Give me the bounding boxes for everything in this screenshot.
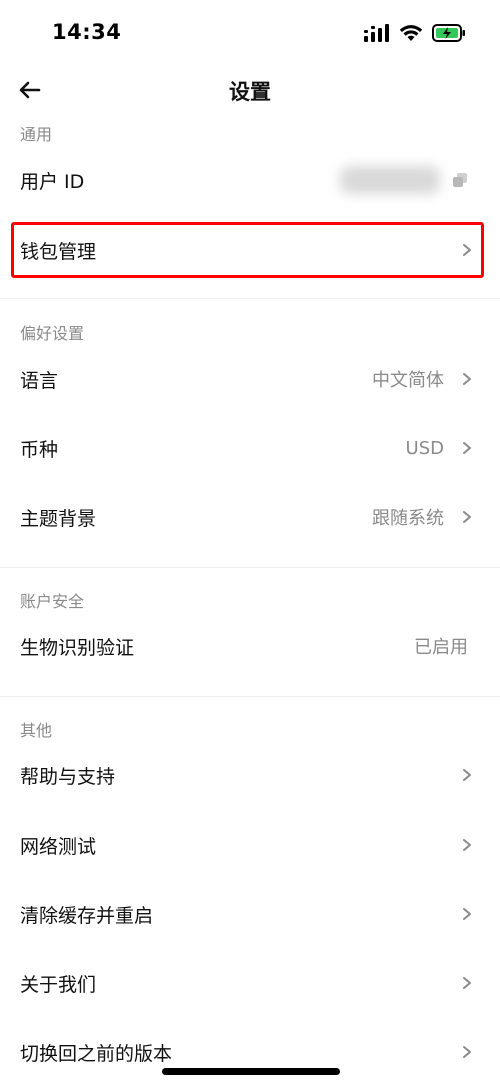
chevron-right-icon	[460, 768, 474, 782]
chevron-right-icon	[460, 1045, 474, 1059]
status-time: 14:34	[52, 20, 122, 44]
nav-bar: 设置	[0, 66, 500, 116]
section-title-preferences: 偏好设置	[20, 324, 85, 343]
divider	[0, 298, 500, 299]
row-help-support[interactable]: 帮助与支持	[0, 741, 500, 809]
row-theme[interactable]: 主题背景 跟随系统	[0, 483, 500, 551]
blurred-user-id	[340, 166, 440, 194]
row-label-network: 网络测试	[20, 835, 97, 858]
section-title-other: 其他	[20, 721, 53, 740]
cellular-signal-icon	[364, 24, 390, 42]
row-network-test[interactable]: 网络测试	[0, 811, 500, 879]
divider	[0, 567, 500, 568]
row-label-biometric: 生物识别验证	[20, 636, 135, 659]
battery-charging-icon	[432, 24, 466, 42]
status-bar: 14:34	[0, 0, 500, 66]
row-label-help: 帮助与支持	[20, 765, 116, 788]
row-label-wallet: 钱包管理	[20, 240, 97, 263]
section-title-general: 通用	[20, 125, 53, 144]
chevron-right-icon	[460, 372, 474, 386]
row-label-currency: 币种	[20, 438, 59, 461]
divider	[0, 696, 500, 697]
chevron-right-icon	[460, 441, 474, 455]
settings-screen: 14:34 设置 通用 用户 ID 钱包管理 偏好设置 语言 中文简体 币种 U…	[0, 0, 500, 1082]
row-label-clear-cache: 清除缓存并重启	[20, 904, 154, 927]
copy-icon[interactable]	[452, 172, 468, 188]
row-value-theme: 跟随系统	[372, 508, 444, 529]
row-value-biometric: 已启用	[414, 637, 468, 658]
row-currency[interactable]: 币种 USD	[0, 414, 500, 482]
row-clear-cache[interactable]: 清除缓存并重启	[0, 880, 500, 948]
row-wallet-management[interactable]: 钱包管理	[0, 216, 500, 284]
section-title-security: 账户安全	[20, 592, 85, 611]
row-label-user-id: 用户 ID	[20, 170, 85, 193]
chevron-right-icon	[460, 907, 474, 921]
status-icons	[364, 22, 466, 44]
row-label-language: 语言	[20, 369, 59, 392]
row-user-id: 用户 ID	[0, 146, 500, 214]
row-about-us[interactable]: 关于我们	[0, 949, 500, 1017]
row-language[interactable]: 语言 中文简体	[0, 345, 500, 413]
page-title: 设置	[229, 80, 271, 104]
home-indicator	[162, 1068, 340, 1075]
row-value-currency: USD	[405, 437, 444, 459]
row-label-switch-version: 切换回之前的版本	[20, 1042, 173, 1065]
chevron-right-icon	[460, 838, 474, 852]
chevron-right-icon	[460, 243, 474, 257]
wifi-icon	[399, 24, 423, 42]
row-label-about: 关于我们	[20, 973, 97, 996]
chevron-right-icon	[460, 510, 474, 524]
row-value-language: 中文简体	[372, 370, 444, 391]
row-biometric[interactable]: 生物识别验证 已启用	[0, 612, 500, 680]
chevron-right-icon	[460, 976, 474, 990]
row-label-theme: 主题背景	[20, 507, 97, 530]
